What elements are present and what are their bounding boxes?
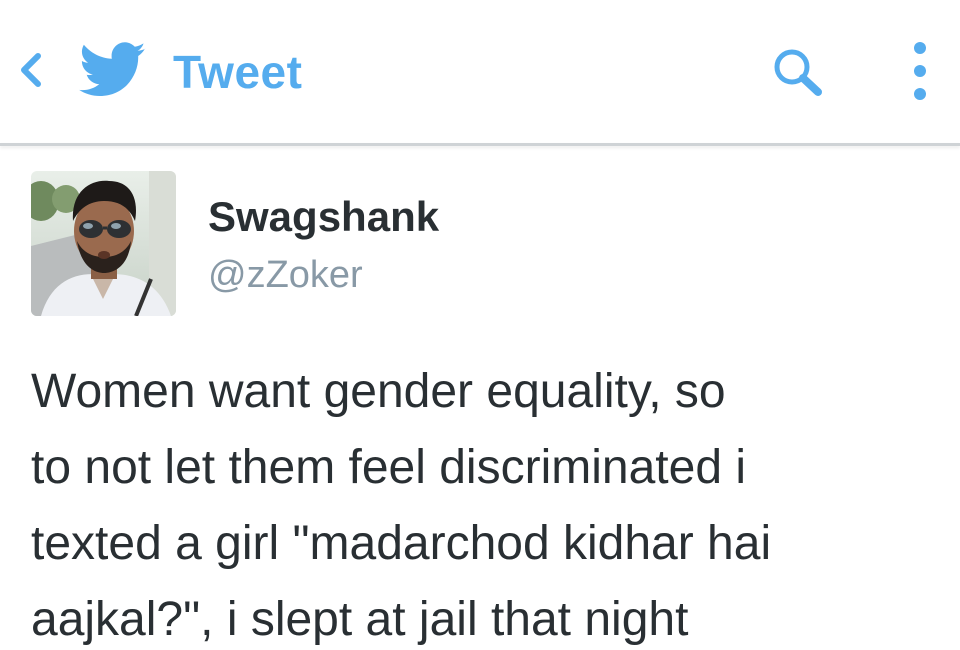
search-icon[interactable] [768, 44, 830, 100]
author-name[interactable]: Swagshank [208, 192, 439, 242]
twitter-bird-icon[interactable] [78, 42, 148, 98]
chevron-left-icon[interactable] [14, 50, 46, 90]
avatar[interactable] [31, 171, 176, 316]
action-bar: Tweet [0, 0, 960, 143]
more-vertical-icon[interactable] [906, 38, 934, 104]
tweet-detail-screen: Tweet Swagshank @zZoker Women want gende… [0, 0, 960, 650]
avatar-photo [31, 171, 176, 316]
screen-title: Tweet [173, 46, 303, 98]
tweet-text: Women want gender equality, so to not le… [31, 365, 772, 646]
action-bar-divider [0, 143, 960, 146]
author-handle[interactable]: @zZoker [208, 252, 363, 298]
